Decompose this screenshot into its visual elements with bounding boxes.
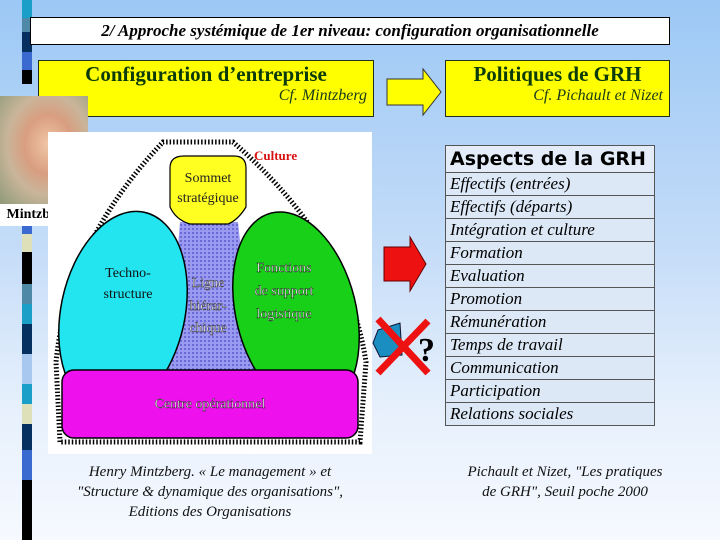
caption-line: "Structure & dynamique des organisations… bbox=[76, 484, 344, 500]
table-row: Promotion bbox=[445, 287, 655, 311]
table-cell: Communication bbox=[445, 356, 655, 380]
centre-label: Centre opérationnel bbox=[155, 397, 266, 412]
configuration-heading: Configuration d’entreprise bbox=[85, 62, 327, 86]
politiques-box: Politiques de GRH Cf. Pichault et Nizet bbox=[445, 60, 670, 117]
culture-label: Culture bbox=[254, 148, 297, 163]
politiques-subtitle: Cf. Pichault et Nizet bbox=[533, 87, 663, 104]
table-cell: Promotion bbox=[445, 287, 655, 311]
support-label-3: logistique bbox=[256, 307, 311, 322]
ligne-label-3: chique bbox=[189, 321, 226, 336]
caption-line: Editions des Organisations bbox=[128, 504, 292, 520]
grh-aspects-table: Aspects de la GRH Effectifs (entrées) Ef… bbox=[445, 145, 655, 426]
ligne-label-2: hiérar- bbox=[189, 299, 226, 314]
table-row: Rémunération bbox=[445, 310, 655, 334]
sommet-label-1: Sommet bbox=[185, 171, 232, 186]
table-cell: Intégration et culture bbox=[445, 218, 655, 242]
red-arrow-icon bbox=[383, 235, 427, 293]
support-label-2: de support bbox=[255, 284, 314, 299]
techno-label-2: structure bbox=[104, 287, 153, 302]
table-cell: Temps de travail bbox=[445, 333, 655, 357]
pichault-reference: Pichault et Nizet, "Les pratiques de GRH… bbox=[430, 462, 700, 502]
caption-line: Henry Mintzberg. « Le management » et bbox=[88, 464, 332, 480]
table-row: Relations sociales bbox=[445, 402, 655, 426]
table-row: Evaluation bbox=[445, 264, 655, 288]
techno-label-1: Techno- bbox=[105, 266, 151, 281]
right-arrow-icon bbox=[386, 67, 442, 117]
configuration-subtitle: Cf. Mintzberg bbox=[278, 87, 367, 104]
table-row: Communication bbox=[445, 356, 655, 380]
table-header: Aspects de la GRH bbox=[445, 145, 655, 173]
caption-line: de GRH", Seuil poche 2000 bbox=[482, 484, 648, 500]
table-row: Formation bbox=[445, 241, 655, 265]
table-row: Effectifs (départs) bbox=[445, 195, 655, 219]
support-label-1: Fonctions bbox=[256, 261, 311, 276]
sommet-label-2: stratégique bbox=[177, 191, 238, 206]
politiques-heading: Politiques de GRH bbox=[473, 62, 642, 86]
table-row: Participation bbox=[445, 379, 655, 403]
table-cell: Evaluation bbox=[445, 264, 655, 288]
configuration-box: Configuration d’entreprise Cf. Mintzberg bbox=[38, 60, 374, 117]
mintzberg-diagram: Culture Sommet stratégique Techno- struc… bbox=[48, 132, 372, 454]
question-mark: ? bbox=[418, 332, 435, 369]
table-row: Intégration et culture bbox=[445, 218, 655, 242]
sommet-strategique-shape bbox=[169, 155, 247, 225]
mintzberg-reference: Henry Mintzberg. « Le management » et "S… bbox=[40, 462, 380, 522]
table-cell: Formation bbox=[445, 241, 655, 265]
table-row: Temps de travail bbox=[445, 333, 655, 357]
ligne-label-1: Ligne bbox=[192, 276, 225, 291]
table-cell: Effectifs (entrées) bbox=[445, 172, 655, 196]
crossed-question-icon: ? bbox=[372, 316, 435, 376]
table-cell: Relations sociales bbox=[445, 402, 655, 426]
table-cell: Participation bbox=[445, 379, 655, 403]
table-row: Effectifs (entrées) bbox=[445, 172, 655, 196]
caption-line: Pichault et Nizet, "Les pratiques bbox=[467, 464, 663, 480]
table-cell: Effectifs (départs) bbox=[445, 195, 655, 219]
slide-title: 2/ Approche systémique de 1er niveau: co… bbox=[30, 17, 670, 45]
table-cell: Rémunération bbox=[445, 310, 655, 334]
decorative-stripe bbox=[22, 0, 32, 540]
